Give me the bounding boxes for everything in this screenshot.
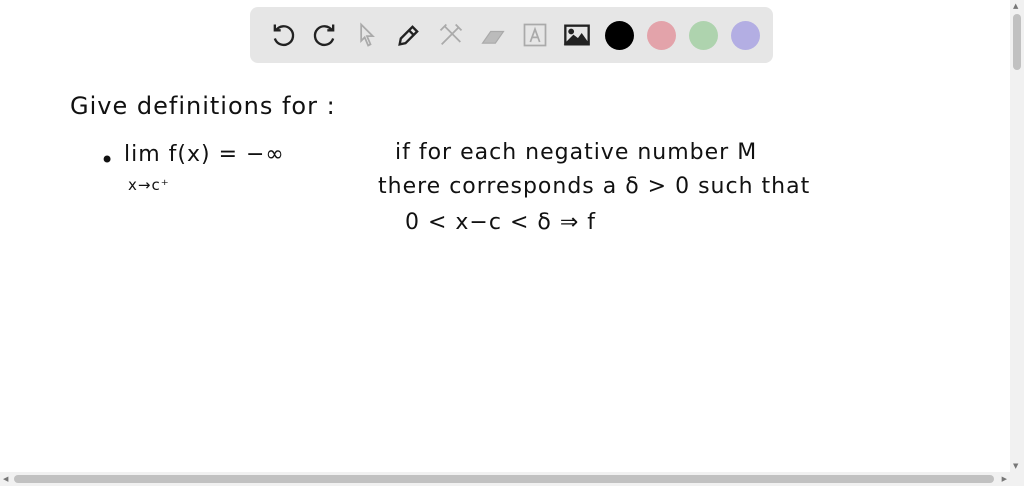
pen-tool[interactable] [388, 14, 430, 56]
definition-line-3: 0 < x−c < δ ⇒ f [405, 210, 597, 235]
bullet: • [100, 146, 116, 174]
text-icon [523, 23, 547, 47]
definition-line-1: if for each negative number M [395, 140, 758, 165]
eraser-icon [481, 30, 505, 44]
tools-icon [439, 23, 463, 45]
limit-expression: lim f(x) = −∞ [124, 142, 285, 167]
redo-icon [313, 24, 335, 47]
text-tool[interactable] [514, 14, 556, 56]
horizontal-scrollbar[interactable]: ◀ ▶ [0, 472, 1024, 486]
undo-button[interactable] [262, 14, 304, 56]
select-tool[interactable] [346, 14, 388, 56]
tools-button[interactable] [430, 14, 472, 56]
image-icon [563, 24, 590, 46]
limit-subscript: x→c⁺ [128, 176, 170, 194]
color-green[interactable] [682, 14, 724, 56]
definition-line-2: there corresponds a δ > 0 such that [378, 174, 811, 199]
heading-text: Give definitions for : [70, 92, 336, 120]
select-icon [360, 22, 375, 47]
image-tool[interactable] [556, 14, 598, 56]
undo-icon [273, 24, 295, 47]
vertical-scroll-thumb[interactable] [1013, 14, 1021, 70]
drawing-toolbar [250, 7, 773, 63]
color-black[interactable] [598, 14, 640, 56]
color-pink[interactable] [640, 14, 682, 56]
redo-button[interactable] [304, 14, 346, 56]
horizontal-scroll-thumb[interactable] [14, 475, 994, 483]
eraser-tool[interactable] [472, 14, 514, 56]
color-purple[interactable] [724, 14, 766, 56]
pen-icon [398, 25, 419, 46]
vertical-scrollbar[interactable]: ▲ ▼ [1010, 0, 1024, 472]
